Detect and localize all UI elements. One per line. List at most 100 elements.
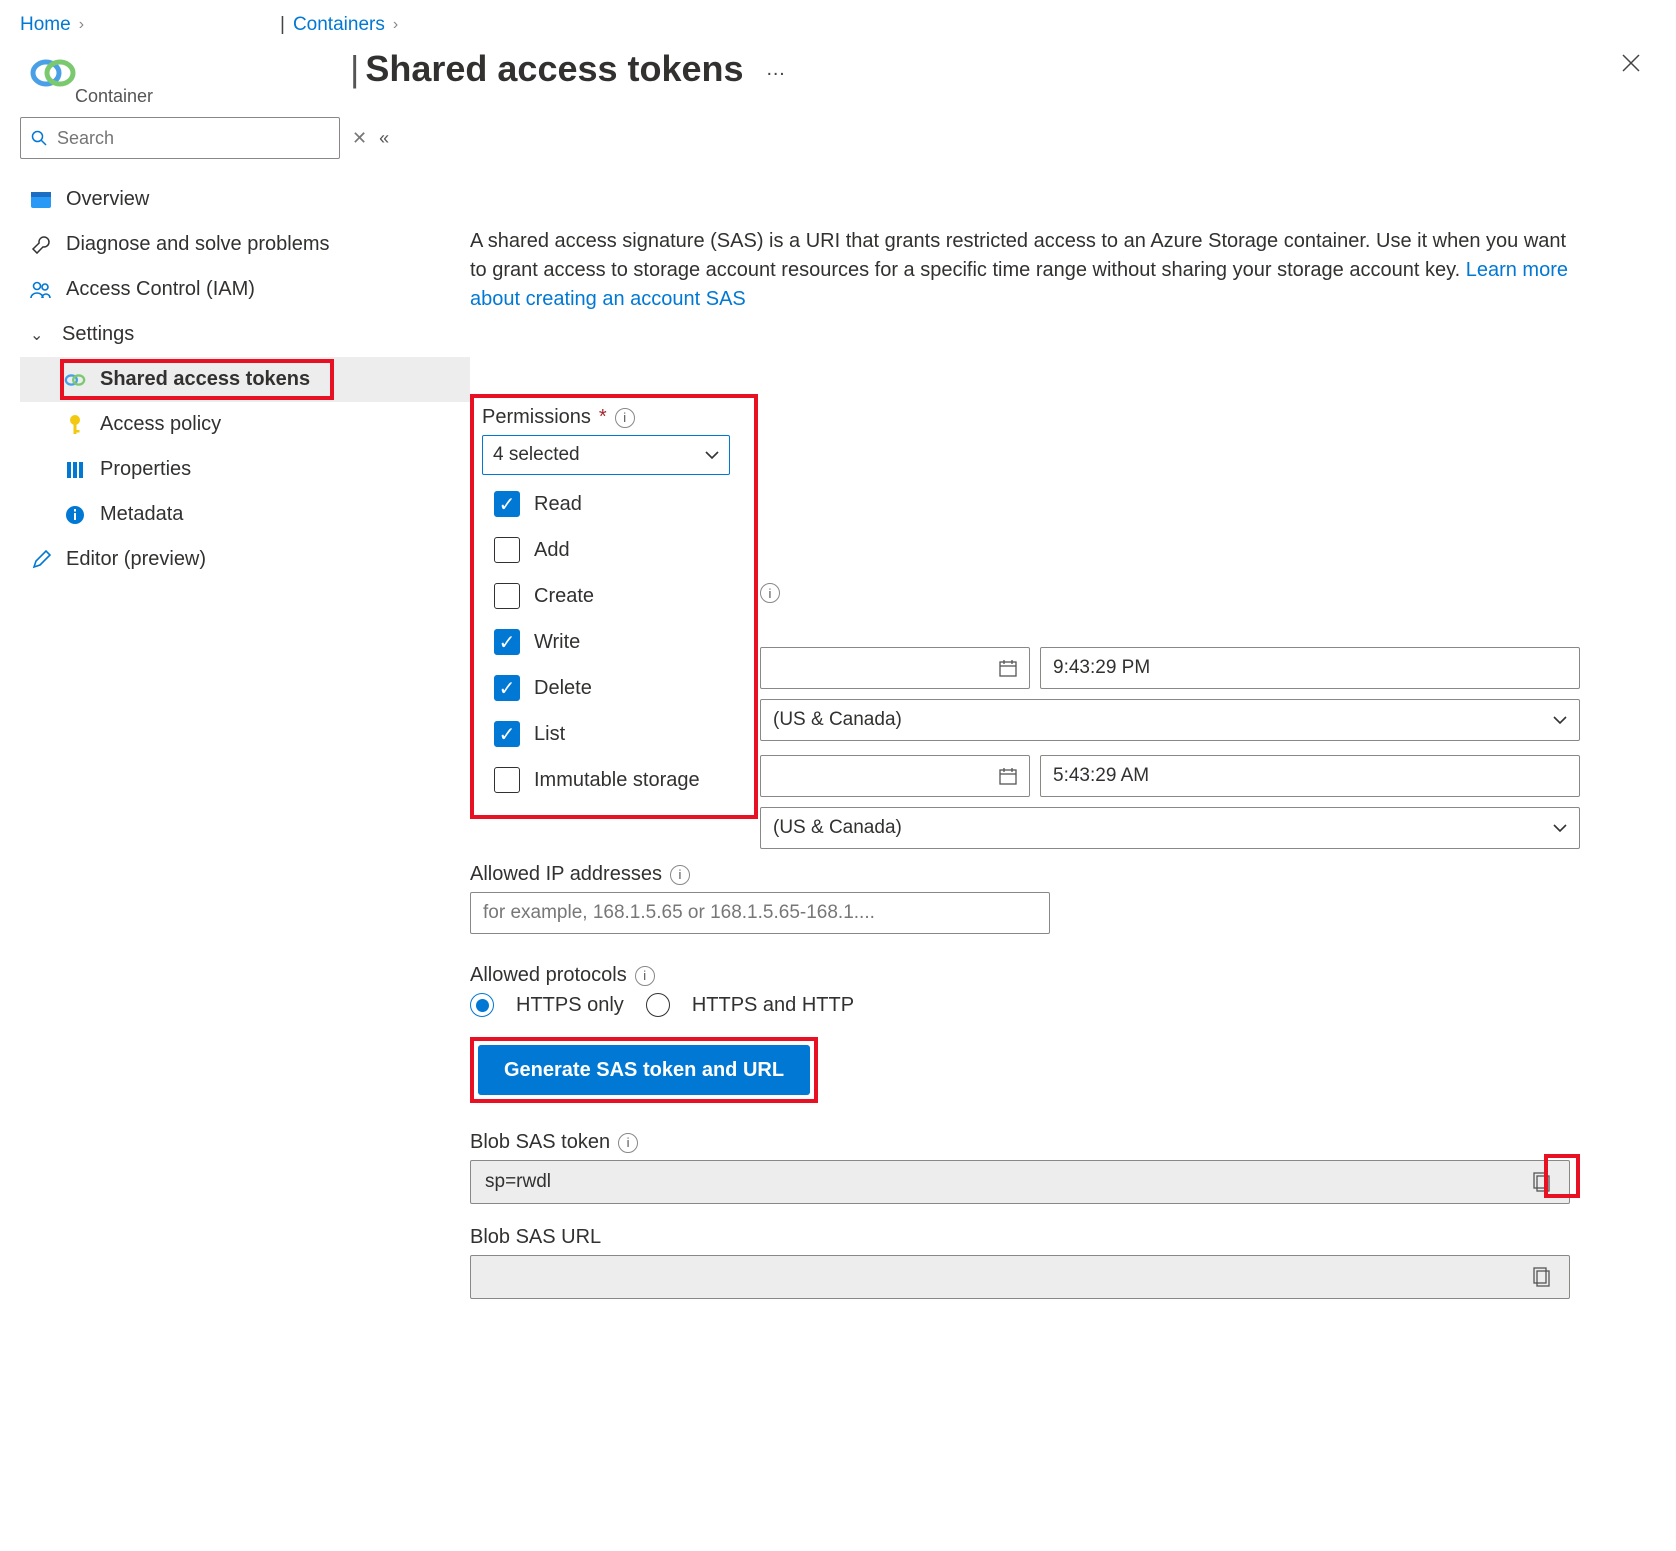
radio-https-only[interactable] xyxy=(470,993,494,1017)
generate-sas-button[interactable]: Generate SAS token and URL xyxy=(478,1045,810,1095)
permissions-dropdown: ✓ Read Add Create ✓ Write ✓ Delete xyxy=(482,475,734,809)
sidebar-item-iam[interactable]: Access Control (IAM) xyxy=(20,267,470,312)
info-icon[interactable]: i xyxy=(670,865,690,885)
title-pipe: | xyxy=(350,48,359,90)
sidebar-item-label: Access Control (IAM) xyxy=(66,278,255,301)
checkbox-icon[interactable] xyxy=(494,583,520,609)
expiry-time-input[interactable]: 5:43:29 AM xyxy=(1040,755,1580,797)
perm-option-delete[interactable]: ✓ Delete xyxy=(482,665,734,711)
allowed-ip-input[interactable]: for example, 168.1.5.65 or 168.1.5.65-16… xyxy=(470,892,1050,934)
perm-option-label: Read xyxy=(534,493,582,516)
more-actions-button[interactable]: … xyxy=(766,58,788,81)
perm-option-label: Write xyxy=(534,631,580,654)
checkbox-checked-icon[interactable]: ✓ xyxy=(494,721,520,747)
perm-option-list[interactable]: ✓ List xyxy=(482,711,734,757)
expiry-time-value: 5:43:29 AM xyxy=(1053,765,1149,787)
info-icon[interactable]: i xyxy=(615,408,635,428)
sas-url-label: Blob SAS URL xyxy=(470,1226,601,1249)
allowed-ip-placeholder: for example, 168.1.5.65 or 168.1.5.65-16… xyxy=(483,902,875,924)
checkbox-checked-icon[interactable]: ✓ xyxy=(494,675,520,701)
sidebar-item-label: Access policy xyxy=(100,413,221,436)
chevron-down-icon xyxy=(705,450,719,460)
close-button[interactable] xyxy=(1606,42,1656,84)
sidebar-item-label: Metadata xyxy=(100,503,183,526)
perm-option-label: Create xyxy=(534,585,594,608)
container-logo-icon xyxy=(30,56,76,90)
sidebar-item-properties[interactable]: Properties xyxy=(20,447,470,492)
generate-button-highlight: Generate SAS token and URL xyxy=(470,1037,818,1103)
info-icon xyxy=(64,505,86,525)
description-body: A shared access signature (SAS) is a URI… xyxy=(470,230,1566,281)
clear-search-icon[interactable]: ✕ xyxy=(352,128,367,149)
checkbox-icon[interactable] xyxy=(494,537,520,563)
page-title: Shared access tokens xyxy=(365,48,743,90)
radio-https-and-http[interactable] xyxy=(646,993,670,1017)
copy-highlight xyxy=(1544,1154,1580,1198)
start-date-input[interactable] xyxy=(760,647,1030,689)
calendar-icon xyxy=(999,659,1017,677)
perm-option-read[interactable]: ✓ Read xyxy=(482,481,734,527)
chevron-down-icon xyxy=(1553,823,1567,833)
permissions-select[interactable]: 4 selected xyxy=(482,435,730,475)
sidebar-item-settings[interactable]: ⌄ Settings xyxy=(20,312,470,357)
sidebar-item-label: Settings xyxy=(62,323,134,346)
sas-url-output[interactable] xyxy=(470,1255,1570,1299)
chevron-right-icon: › xyxy=(393,16,398,34)
resource-type-label: Container xyxy=(75,86,153,107)
properties-icon xyxy=(64,461,86,479)
search-field[interactable] xyxy=(55,127,329,150)
perm-option-label: List xyxy=(534,723,565,746)
allowed-protocols-label: Allowed protocols xyxy=(470,964,627,987)
info-icon[interactable]: i xyxy=(760,583,780,603)
wrench-icon xyxy=(30,235,52,255)
perm-option-label: Delete xyxy=(534,677,592,700)
sidebar-item-label: Editor (preview) xyxy=(66,548,206,571)
expiry-date-input[interactable] xyxy=(760,755,1030,797)
sidebar-item-label: Properties xyxy=(100,458,191,481)
sas-token-value: sp=rwdl xyxy=(485,1171,551,1193)
main-content: A shared access signature (SAS) is a URI… xyxy=(470,107,1610,1329)
perm-option-label: Add xyxy=(534,539,570,562)
description-text: A shared access signature (SAS) is a URI… xyxy=(470,227,1580,314)
timezone-text: (US & Canada) xyxy=(773,709,902,731)
overview-icon xyxy=(30,192,52,208)
sidebar-item-editor[interactable]: Editor (preview) xyxy=(20,537,470,582)
perm-option-create[interactable]: Create xyxy=(482,573,734,619)
breadcrumb-containers[interactable]: Containers xyxy=(293,14,385,36)
perm-option-label: Immutable storage xyxy=(534,769,700,792)
search-icon xyxy=(31,130,47,146)
info-icon[interactable]: i xyxy=(635,966,655,986)
sidebar: ✕ « Overview Diagnose and solve problems xyxy=(0,107,470,1329)
checkbox-checked-icon[interactable]: ✓ xyxy=(494,491,520,517)
checkbox-icon[interactable] xyxy=(494,767,520,793)
sidebar-item-label: Shared access tokens xyxy=(100,368,310,391)
start-time-input[interactable]: 9:43:29 PM xyxy=(1040,647,1580,689)
collapse-sidebar-icon[interactable]: « xyxy=(379,128,389,149)
search-input[interactable] xyxy=(20,117,340,159)
chevron-down-icon xyxy=(1553,715,1567,725)
sidebar-item-access-policy[interactable]: Access policy xyxy=(20,402,470,447)
chevron-down-icon: ⌄ xyxy=(30,325,48,345)
start-timezone-select[interactable]: (US & Canada) xyxy=(760,699,1580,741)
perm-option-write[interactable]: ✓ Write xyxy=(482,619,734,665)
perm-option-immutable[interactable]: Immutable storage xyxy=(482,757,734,803)
perm-option-add[interactable]: Add xyxy=(482,527,734,573)
radio-label-https-only: HTTPS only xyxy=(516,994,624,1017)
copy-icon[interactable] xyxy=(1529,1263,1555,1291)
breadcrumb: Home › | Containers › xyxy=(0,0,1676,42)
breadcrumb-home[interactable]: Home xyxy=(20,14,71,36)
key-icon xyxy=(64,414,86,436)
sidebar-item-diagnose[interactable]: Diagnose and solve problems xyxy=(20,222,470,267)
checkbox-checked-icon[interactable]: ✓ xyxy=(494,629,520,655)
sidebar-item-overview[interactable]: Overview xyxy=(20,177,470,222)
permissions-label: Permissions xyxy=(482,406,591,429)
radio-label-https-and-http: HTTPS and HTTP xyxy=(692,994,854,1017)
pencil-icon xyxy=(30,550,52,570)
info-icon[interactable]: i xyxy=(618,1133,638,1153)
expiry-timezone-select[interactable]: (US & Canada) xyxy=(760,807,1580,849)
link-icon xyxy=(64,372,86,388)
sidebar-item-shared-access-tokens[interactable]: Shared access tokens xyxy=(20,357,470,402)
sas-token-output[interactable]: sp=rwdl xyxy=(470,1160,1570,1204)
permissions-selected-text: 4 selected xyxy=(493,444,580,466)
sidebar-item-metadata[interactable]: Metadata xyxy=(20,492,470,537)
